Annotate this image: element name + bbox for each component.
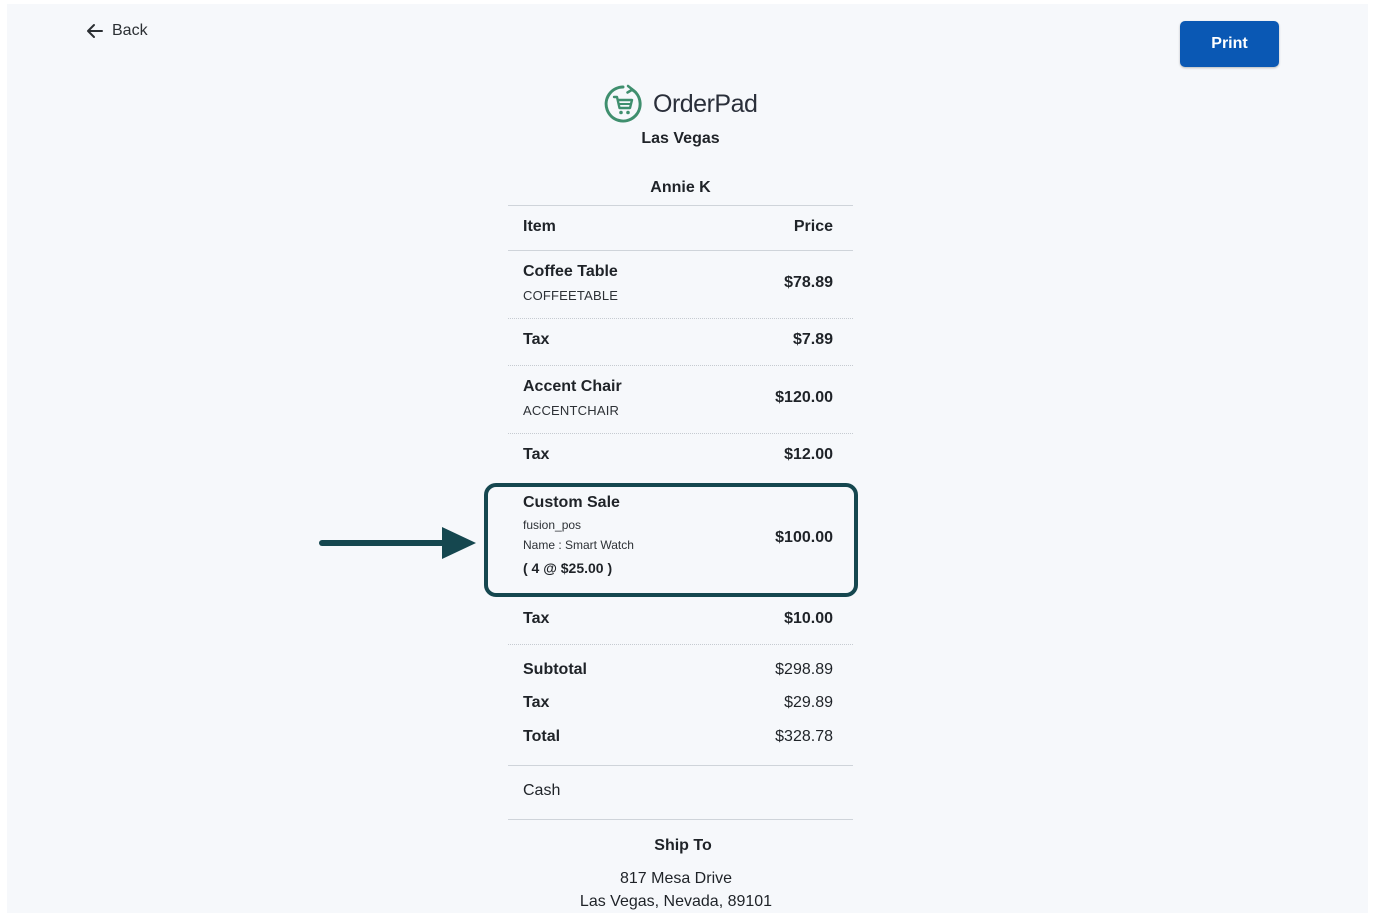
subtotal-row: Subtotal $298.89 [523,661,833,679]
total-tax-value: $29.89 [784,694,833,711]
ship-address-line2: Las Vegas, Nevada, 89101 [579,893,773,910]
divider [508,644,853,645]
subtotal-label: Subtotal [523,661,587,678]
total-value: $328.78 [775,728,833,745]
highlight-box [484,483,858,597]
tax-label: Tax [523,446,550,463]
divider [508,318,853,319]
tax-label: Tax [523,610,550,627]
divider [508,205,853,206]
tax-row: Tax $10.00 [523,610,833,628]
item-price: $120.00 [775,389,833,406]
total-tax-label: Tax [523,694,550,711]
payment-method: Cash [523,782,561,799]
total-row: Total $328.78 [523,728,833,746]
ship-address-line1: 817 Mesa Drive [619,870,733,887]
divider [508,433,853,434]
orderpad-logo-icon [604,84,642,123]
pointer-arrow-icon [319,527,476,559]
print-button[interactable]: Print [1180,21,1279,67]
header-item: Item [523,218,556,235]
back-button[interactable]: Back [86,22,148,40]
item-price: $78.89 [784,274,833,291]
tax-label: Tax [523,331,550,348]
header-price: Price [793,218,833,235]
subtotal-value: $298.89 [775,661,833,678]
line-item: Coffee Table COFFEETABLE $78.89 [523,263,833,307]
customer-name: Annie K [650,179,711,196]
divider [508,819,853,820]
ship-to-title: Ship To [654,837,712,854]
line-item: Accent Chair ACCENTCHAIR $120.00 [523,378,833,422]
tax-value: $7.89 [792,331,833,348]
total-label: Total [523,728,561,745]
back-label: Back [112,22,148,39]
tax-value: $10.00 [784,610,833,627]
divider [508,765,853,766]
store-location: Las Vegas [641,130,720,147]
brand: OrderPad [603,84,758,124]
tax-row: Tax $12.00 [523,446,833,464]
divider [508,365,853,366]
divider [508,250,853,251]
table-header: Item Price [523,218,833,236]
tax-value: $12.00 [784,446,833,463]
brand-name: OrderPad [653,89,758,118]
total-tax-row: Tax $29.89 [523,694,833,712]
arrow-left-icon [87,24,103,38]
tax-row: Tax $7.89 [523,331,833,349]
